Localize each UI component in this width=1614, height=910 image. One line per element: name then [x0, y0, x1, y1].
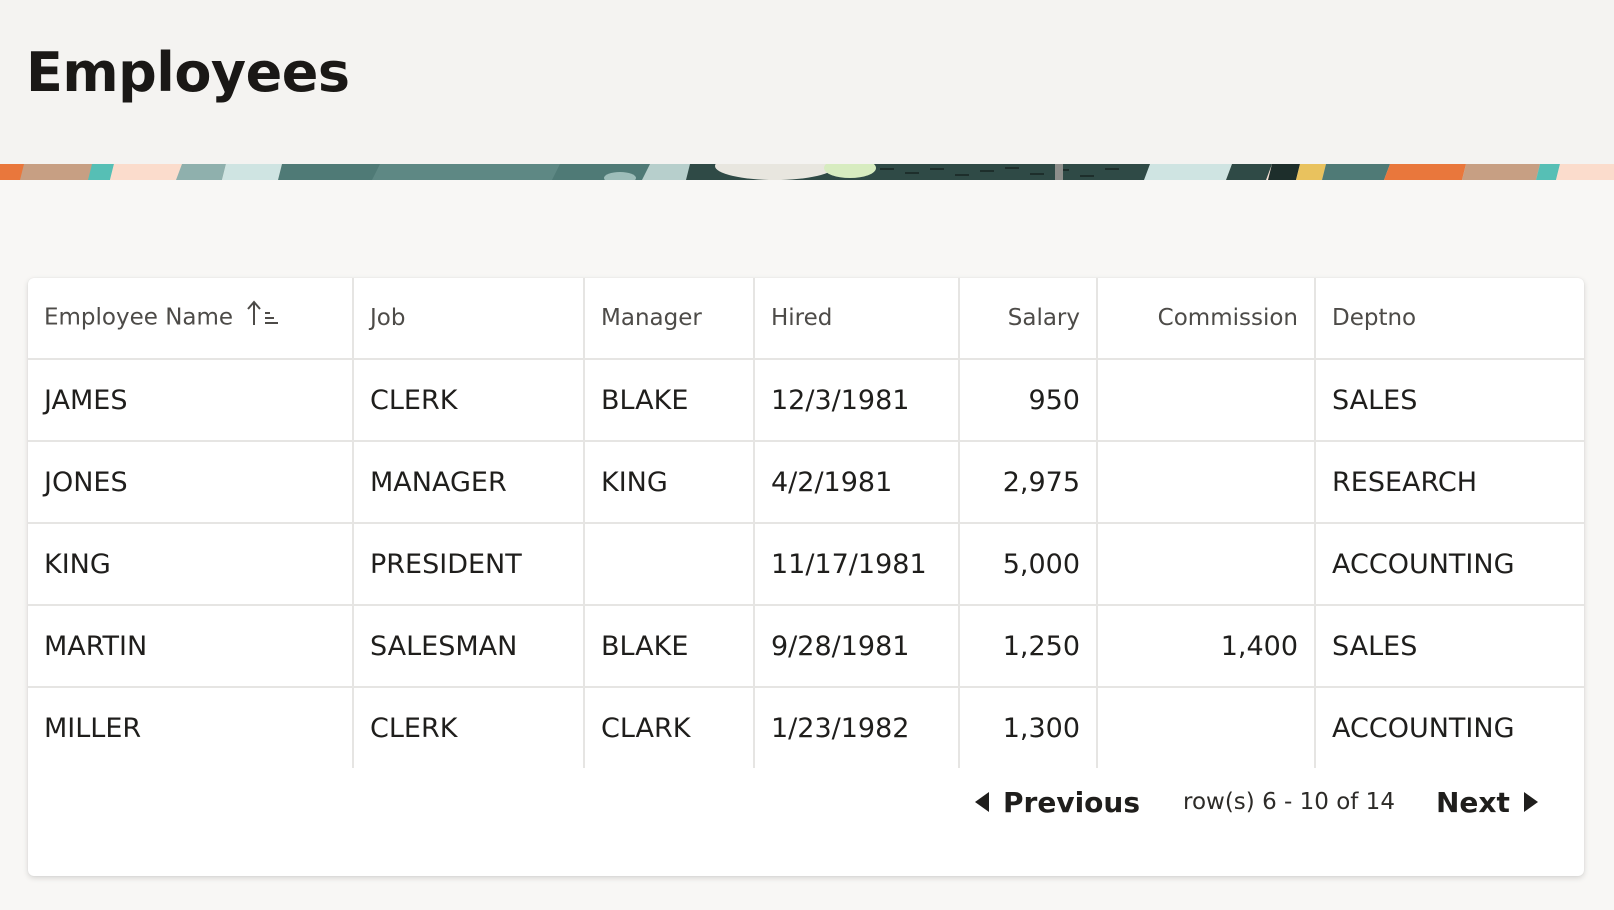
cell-employee-name: KING — [28, 523, 354, 606]
next-label: Next — [1436, 785, 1510, 819]
cell-deptno: SALES — [1315, 605, 1584, 688]
cell-job: SALESMAN — [353, 605, 585, 688]
sort-ascending-icon — [246, 299, 280, 333]
cell-job: PRESIDENT — [353, 523, 585, 606]
decorative-banner — [0, 164, 1614, 180]
previous-label: Previous — [1003, 785, 1141, 819]
cell-salary: 5,000 — [959, 523, 1098, 606]
table-row: MARTIN SALESMAN BLAKE 9/28/1981 1,250 1,… — [28, 605, 1584, 688]
cell-commission: 1,400 — [1097, 605, 1316, 688]
cell-commission — [1097, 359, 1316, 442]
cell-manager — [584, 523, 755, 606]
cell-salary: 2,975 — [959, 441, 1098, 524]
table-row: JAMES CLERK BLAKE 12/3/1981 950 SALES — [28, 359, 1584, 442]
previous-page-button[interactable]: Previous — [975, 772, 1140, 832]
cell-employee-name: MILLER — [28, 687, 354, 768]
page-header: Employees — [0, 0, 1614, 164]
cell-employee-name: JAMES — [28, 359, 354, 442]
pagination-status: row(s) 6 - 10 of 14 — [1183, 789, 1395, 815]
cell-commission — [1097, 441, 1316, 524]
cell-employee-name: JONES — [28, 441, 354, 524]
next-page-button[interactable]: Next — [1436, 772, 1538, 832]
cell-manager: BLAKE — [584, 359, 755, 442]
cell-deptno: ACCOUNTING — [1315, 523, 1584, 606]
column-header-manager[interactable]: Manager — [584, 278, 755, 360]
cell-hired: 1/23/1982 — [754, 687, 960, 768]
cell-hired: 11/17/1981 — [754, 523, 960, 606]
cell-employee-name: MARTIN — [28, 605, 354, 688]
table-row: KING PRESIDENT 11/17/1981 5,000 ACCOUNTI… — [28, 523, 1584, 606]
triangle-left-icon — [975, 792, 989, 812]
pagination: Previous row(s) 6 - 10 of 14 Next — [28, 772, 1584, 832]
cell-manager: KING — [584, 441, 755, 524]
cell-salary: 1,250 — [959, 605, 1098, 688]
cell-job: CLERK — [353, 359, 585, 442]
column-header-job[interactable]: Job — [353, 278, 585, 360]
cell-salary: 1,300 — [959, 687, 1098, 768]
page-title: Employees — [26, 41, 350, 104]
column-header-salary[interactable]: Salary — [959, 278, 1098, 360]
cell-hired: 12/3/1981 — [754, 359, 960, 442]
cell-commission — [1097, 523, 1316, 606]
cell-job: CLERK — [353, 687, 585, 768]
column-header-hired[interactable]: Hired — [754, 278, 960, 360]
cell-hired: 4/2/1981 — [754, 441, 960, 524]
table-row: JONES MANAGER KING 4/2/1981 2,975 RESEAR… — [28, 441, 1584, 524]
column-header-employee-name[interactable]: Employee Name — [28, 278, 354, 360]
column-header-label: Employee Name — [44, 304, 234, 331]
triangle-right-icon — [1523, 792, 1538, 812]
cell-commission — [1097, 687, 1316, 768]
cell-hired: 9/28/1981 — [754, 605, 960, 688]
cell-deptno: ACCOUNTING — [1332, 712, 1515, 744]
cell-manager: CLARK — [584, 687, 755, 768]
cell-deptno: RESEARCH — [1315, 441, 1584, 524]
cell-deptno: SALES — [1315, 359, 1584, 442]
column-header-commission[interactable]: Commission — [1097, 278, 1316, 360]
cell-manager: BLAKE — [584, 605, 755, 688]
cell-job: MANAGER — [353, 441, 585, 524]
cell-salary: 950 — [959, 359, 1098, 442]
table-row: MILLER CLERK CLARK 1/23/1982 1,300 ACCOU… — [28, 687, 1584, 768]
table-header-row: Employee Name Job Manager Hired Salary C… — [28, 278, 1584, 360]
column-header-deptno[interactable]: Deptno — [1315, 278, 1584, 360]
employees-table: Employee Name Job Manager Hired Salary C… — [28, 278, 1584, 768]
report-card: Employee Name Job Manager Hired Salary C… — [28, 278, 1584, 876]
